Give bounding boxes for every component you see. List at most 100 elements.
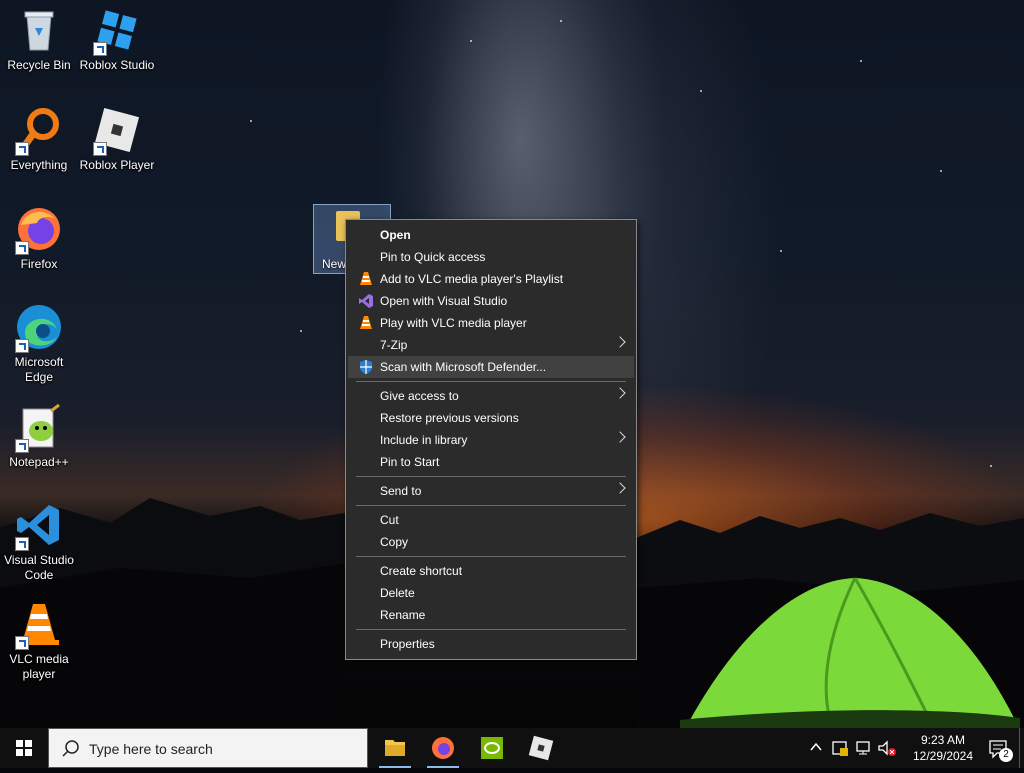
visual-studio-icon: [358, 293, 374, 309]
chevron-right-icon: [614, 431, 626, 443]
menu-item-open-visual-studio[interactable]: Open with Visual Studio: [348, 290, 634, 312]
taskbar-nvidia[interactable]: [468, 728, 516, 768]
desktop-icon-vlc[interactable]: VLC media player: [0, 600, 78, 682]
vlc-icon: [15, 600, 63, 650]
shortcut-arrow-icon: [15, 339, 29, 353]
menu-item-label: Copy: [380, 535, 409, 549]
menu-item-cut[interactable]: Cut: [348, 509, 634, 531]
desktop-icon-label: Firefox: [20, 257, 58, 271]
vlc-icon: [358, 315, 374, 331]
star: [300, 330, 302, 332]
menu-item-properties[interactable]: Properties: [348, 633, 634, 655]
menu-item-vlc-playlist[interactable]: Add to VLC media player's Playlist: [348, 268, 634, 290]
menu-separator: [356, 381, 626, 382]
desktop-icon-roblox-studio[interactable]: Roblox Studio: [78, 6, 156, 73]
shortcut-arrow-icon: [15, 439, 29, 453]
menu-item-play-vlc[interactable]: Play with VLC media player: [348, 312, 634, 334]
menu-item-label: Restore previous versions: [380, 411, 519, 425]
menu-item-give-access[interactable]: Give access to: [348, 385, 634, 407]
menu-item-copy[interactable]: Copy: [348, 531, 634, 553]
desktop-icon-notepad-plus-plus[interactable]: Notepad++: [0, 403, 78, 470]
menu-item-restore-versions[interactable]: Restore previous versions: [348, 407, 634, 429]
menu-item-include-library[interactable]: Include in library: [348, 429, 634, 451]
windows-logo-icon: [16, 740, 32, 756]
chevron-up-icon[interactable]: [809, 740, 823, 757]
star: [560, 20, 562, 22]
desktop-icon-firefox[interactable]: Firefox: [0, 205, 78, 272]
search-icon: [62, 740, 79, 757]
security-warning-icon[interactable]: [831, 739, 849, 760]
desktop-icon-roblox-player[interactable]: Roblox Player: [78, 106, 156, 173]
menu-item-send-to[interactable]: Send to: [348, 480, 634, 502]
shortcut-arrow-icon: [93, 42, 107, 56]
firefox-icon: [15, 205, 63, 255]
menu-separator: [356, 476, 626, 477]
menu-item-label: Send to: [380, 484, 422, 498]
context-menu: Open Pin to Quick access Add to VLC medi…: [345, 219, 637, 660]
notification-badge: 2: [999, 748, 1013, 762]
menu-separator: [356, 556, 626, 557]
shortcut-arrow-icon: [93, 142, 107, 156]
desktop-icon-vscode[interactable]: Visual Studio Code: [0, 501, 78, 583]
defender-shield-icon: [358, 359, 374, 375]
clock-date: 12/29/2024: [912, 749, 974, 763]
shortcut-arrow-icon: [15, 537, 29, 551]
volume-muted-icon[interactable]: [877, 739, 897, 760]
menu-separator: [356, 629, 626, 630]
desktop-icon-recycle-bin[interactable]: Recycle Bin: [0, 6, 78, 73]
edge-icon: [15, 303, 63, 353]
menu-item-label: Pin to Start: [380, 455, 440, 469]
clock-time: 9:23 AM: [920, 733, 966, 747]
menu-item-label: Create shortcut: [380, 564, 463, 578]
taskbar-roblox[interactable]: [517, 728, 565, 768]
everything-icon: [15, 106, 63, 156]
menu-item-pin-start[interactable]: Pin to Start: [348, 451, 634, 473]
roblox-player-icon: [93, 106, 141, 156]
shortcut-arrow-icon: [15, 142, 29, 156]
taskbar-file-explorer[interactable]: [371, 728, 419, 768]
menu-item-label: Play with VLC media player: [380, 316, 527, 330]
desktop-icon-label: Recycle Bin: [7, 58, 71, 72]
firefox-icon: [432, 737, 454, 759]
recycle-bin-icon: [15, 6, 63, 54]
menu-item-scan-defender[interactable]: Scan with Microsoft Defender...: [348, 356, 634, 378]
start-button[interactable]: [0, 728, 48, 768]
menu-item-pin-quick-access[interactable]: Pin to Quick access: [348, 246, 634, 268]
star: [940, 170, 942, 172]
menu-item-label: Scan with Microsoft Defender...: [380, 360, 547, 374]
star: [250, 120, 252, 122]
vlc-icon: [358, 271, 374, 287]
menu-item-create-shortcut[interactable]: Create shortcut: [348, 560, 634, 582]
menu-item-label: 7-Zip: [380, 338, 408, 352]
action-center-button[interactable]: 2: [987, 738, 1013, 762]
show-desktop-button[interactable]: [1019, 728, 1024, 768]
desktop-icon-label: Visual Studio Code: [4, 553, 74, 582]
desktop-icon-label: Notepad++: [9, 455, 69, 469]
tent-illustration: [680, 577, 1020, 728]
desktop-icon-label: Everything: [10, 158, 68, 172]
taskbar-search-box[interactable]: Type here to search: [48, 728, 368, 768]
notepad-plus-plus-icon: [15, 403, 63, 453]
menu-item-label: Add to VLC media player's Playlist: [380, 272, 564, 286]
desktop-icon-label: Roblox Studio: [79, 58, 155, 72]
shortcut-arrow-icon: [15, 636, 29, 650]
taskbar-clock[interactable]: 9:23 AM 12/29/2024: [909, 732, 977, 764]
menu-separator: [356, 505, 626, 506]
menu-item-label: Open with Visual Studio: [380, 294, 508, 308]
star: [700, 90, 702, 92]
star: [470, 40, 472, 42]
desktop-icon-edge[interactable]: Microsoft Edge: [0, 303, 78, 385]
menu-item-delete[interactable]: Delete: [348, 582, 634, 604]
shortcut-arrow-icon: [15, 241, 29, 255]
nvidia-icon: [481, 737, 503, 759]
file-explorer-icon: [385, 740, 405, 756]
folder-label: New: [322, 257, 347, 271]
taskbar-firefox[interactable]: [419, 728, 467, 768]
menu-item-7zip[interactable]: 7-Zip: [348, 334, 634, 356]
taskbar: Type here to search 9:23 AM 12/29/2024 2: [0, 728, 1024, 768]
menu-item-rename[interactable]: Rename: [348, 604, 634, 626]
menu-item-open[interactable]: Open: [348, 224, 634, 246]
desktop-icon-everything[interactable]: Everything: [0, 106, 78, 173]
desktop-icon-label: Roblox Player: [79, 158, 155, 172]
network-icon[interactable]: [855, 739, 873, 760]
